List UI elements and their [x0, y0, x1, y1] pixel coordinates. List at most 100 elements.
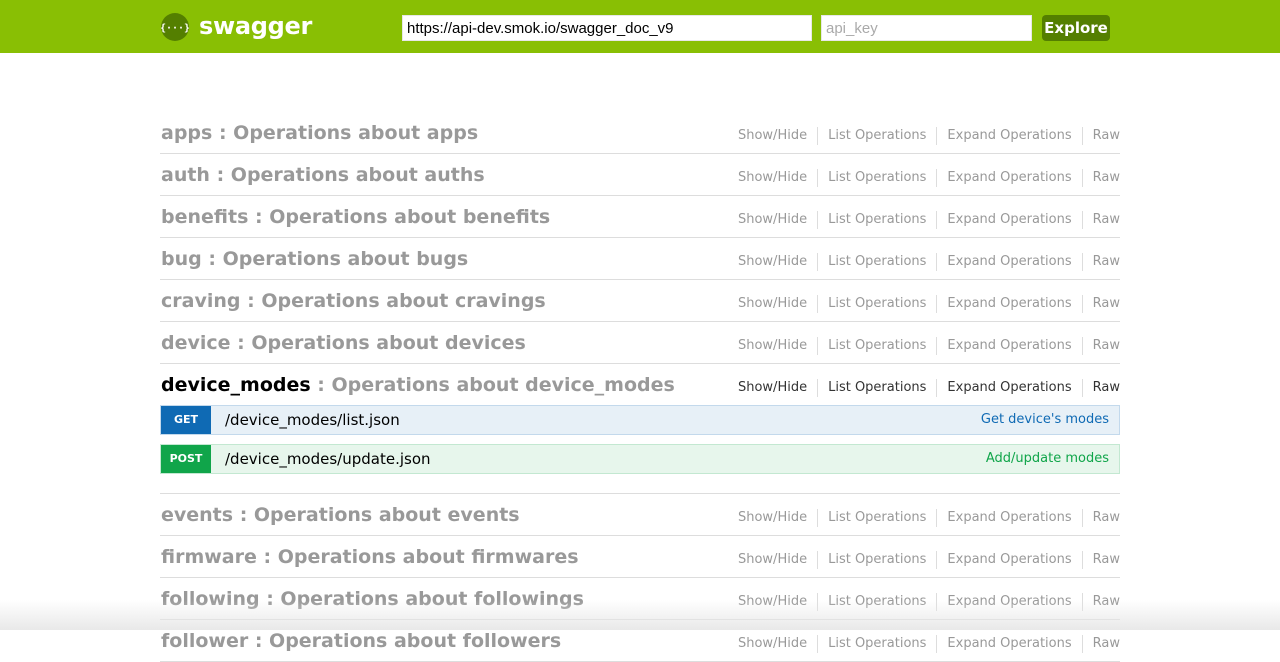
resource-name[interactable]: follower [161, 630, 248, 652]
api-key-input[interactable] [821, 15, 1032, 41]
resource-title[interactable]: following : Operations about followings [161, 587, 584, 611]
raw-link[interactable]: Raw [1083, 379, 1120, 397]
resource-title[interactable]: craving : Operations about cravings [161, 289, 546, 313]
resource-options: Show/Hide List Operations Expand Operation… [728, 635, 1120, 653]
list-operations-link[interactable]: List Operations [818, 169, 938, 187]
resource-title[interactable]: follower : Operations about followers [161, 629, 561, 653]
resource-name[interactable]: following [161, 588, 260, 610]
show-hide-link[interactable]: Show/Hide [728, 593, 819, 611]
show-hide-link[interactable]: Show/Hide [728, 509, 819, 527]
show-hide-link[interactable]: Show/Hide [728, 169, 819, 187]
expand-operations-link[interactable]: Expand Operations [937, 253, 1083, 271]
resource-title[interactable]: benefits : Operations about benefits [161, 205, 550, 229]
resource-name[interactable]: craving [161, 290, 240, 312]
resource-description: Operations about bugs [222, 248, 469, 270]
resource-name[interactable]: benefits [161, 206, 248, 228]
show-hide-link[interactable]: Show/Hide [728, 379, 819, 397]
resource-title[interactable]: bug : Operations about bugs [161, 247, 468, 271]
resource-heading: firmware : Operations about firmwares Sho… [160, 536, 1120, 577]
list-operations-link[interactable]: List Operations [818, 509, 938, 527]
resource-title[interactable]: device_modes : Operations about device_m… [161, 373, 675, 397]
show-hide-link[interactable]: Show/Hide [728, 295, 819, 313]
raw-link[interactable]: Raw [1083, 253, 1120, 271]
expand-operations-link[interactable]: Expand Operations [937, 593, 1083, 611]
resource-separator: : [233, 504, 254, 526]
expand-operations-link[interactable]: Expand Operations [937, 211, 1083, 229]
raw-link[interactable]: Raw [1083, 593, 1120, 611]
resource-title[interactable]: apps : Operations about apps [161, 121, 478, 145]
swagger-logo-icon[interactable]: {···} [161, 13, 189, 41]
show-hide-link[interactable]: Show/Hide [728, 127, 819, 145]
explore-button[interactable]: Explore [1042, 15, 1110, 41]
expand-operations-link[interactable]: Expand Operations [937, 295, 1083, 313]
raw-link[interactable]: Raw [1083, 295, 1120, 313]
list-operations-link[interactable]: List Operations [818, 211, 938, 229]
resource-name[interactable]: apps [161, 122, 212, 144]
resource-title[interactable]: events : Operations about events [161, 503, 520, 527]
swagger-logo-text[interactable]: swagger [199, 10, 312, 42]
expand-operations-link[interactable]: Expand Operations [937, 169, 1083, 187]
resource-name[interactable]: device_modes [161, 374, 311, 396]
resource-name[interactable]: device [161, 332, 231, 354]
resource-separator: : [259, 588, 281, 610]
raw-link[interactable]: Raw [1083, 551, 1120, 569]
resource-bug: bug : Operations about bugs Show/Hide List… [160, 238, 1120, 280]
expand-operations-link[interactable]: Expand Operations [937, 509, 1083, 527]
operation-post-row[interactable]: POST/device_modes/update.json Add/update … [160, 444, 1120, 474]
resource-title[interactable]: auth : Operations about auths [161, 163, 485, 187]
raw-link[interactable]: Raw [1083, 337, 1120, 355]
resource-title[interactable]: device : Operations about devices [161, 331, 526, 355]
api-url-input[interactable] [402, 15, 812, 41]
resource-options: Show/Hide List Operations Expand Operation… [728, 337, 1120, 355]
list-operations-link[interactable]: List Operations [818, 635, 938, 653]
resource-heading: craving : Operations about cravings Show/… [160, 280, 1120, 321]
resource-title[interactable]: firmware : Operations about firmwares [161, 545, 579, 569]
list-operations-link[interactable]: List Operations [818, 551, 938, 569]
resource-separator: : [209, 164, 231, 186]
raw-link[interactable]: Raw [1083, 635, 1120, 653]
list-operations-link[interactable]: List Operations [818, 379, 938, 397]
resource-heading: apps : Operations about apps Show/Hide Lis… [160, 112, 1120, 153]
list-operations-link[interactable]: List Operations [818, 295, 938, 313]
resource-name[interactable]: auth [161, 164, 210, 186]
list-operations-link[interactable]: List Operations [818, 253, 938, 271]
resource-auth: auth : Operations about auths Show/Hide Li… [160, 154, 1120, 196]
resource-heading: benefits : Operations about benefits Show… [160, 196, 1120, 237]
expand-operations-link[interactable]: Expand Operations [937, 551, 1083, 569]
operation-summary[interactable]: Add/update modes [986, 451, 1109, 466]
list-operations-link[interactable]: List Operations [818, 127, 938, 145]
show-hide-link[interactable]: Show/Hide [728, 337, 819, 355]
expand-operations-link[interactable]: Expand Operations [937, 379, 1083, 397]
resource-separator: : [256, 546, 278, 568]
raw-link[interactable]: Raw [1083, 127, 1120, 145]
show-hide-link[interactable]: Show/Hide [728, 551, 819, 569]
raw-link[interactable]: Raw [1083, 509, 1120, 527]
list-operations-link[interactable]: List Operations [818, 337, 938, 355]
operation-path[interactable]: /device_modes/list.json [225, 411, 400, 429]
expand-operations-link[interactable]: Expand Operations [937, 127, 1083, 145]
show-hide-link[interactable]: Show/Hide [728, 211, 819, 229]
http-method-badge[interactable]: GET [161, 406, 211, 434]
operation-get-row[interactable]: GET/device_modes/list.json Get device's m… [160, 405, 1120, 435]
list-operations-link[interactable]: List Operations [818, 593, 938, 611]
raw-link[interactable]: Raw [1083, 169, 1120, 187]
operation-path[interactable]: /device_modes/update.json [225, 450, 431, 468]
show-hide-link[interactable]: Show/Hide [728, 253, 819, 271]
resource-description: Operations about apps [233, 122, 479, 144]
operation-summary[interactable]: Get device's modes [981, 412, 1109, 427]
resource-options: Show/Hide List Operations Expand Operation… [728, 211, 1120, 229]
raw-link[interactable]: Raw [1083, 211, 1120, 229]
resource-following: following : Operations about followings S… [160, 578, 1120, 620]
resource-follower: follower : Operations about followers Sho… [160, 620, 1120, 662]
resource-name[interactable]: events [161, 504, 233, 526]
resource-name[interactable]: bug [161, 248, 202, 270]
resource-name[interactable]: firmware [161, 546, 257, 568]
resource-description: Operations about devices [251, 332, 526, 354]
expand-operations-link[interactable]: Expand Operations [937, 635, 1083, 653]
resource-description: Operations about auths [230, 164, 485, 186]
resource-options: Show/Hide List Operations Expand Operation… [728, 551, 1120, 569]
expand-operations-link[interactable]: Expand Operations [937, 337, 1083, 355]
http-method-badge[interactable]: POST [161, 445, 211, 473]
resource-device: device : Operations about devices Show/Hi… [160, 322, 1120, 364]
show-hide-link[interactable]: Show/Hide [728, 635, 819, 653]
